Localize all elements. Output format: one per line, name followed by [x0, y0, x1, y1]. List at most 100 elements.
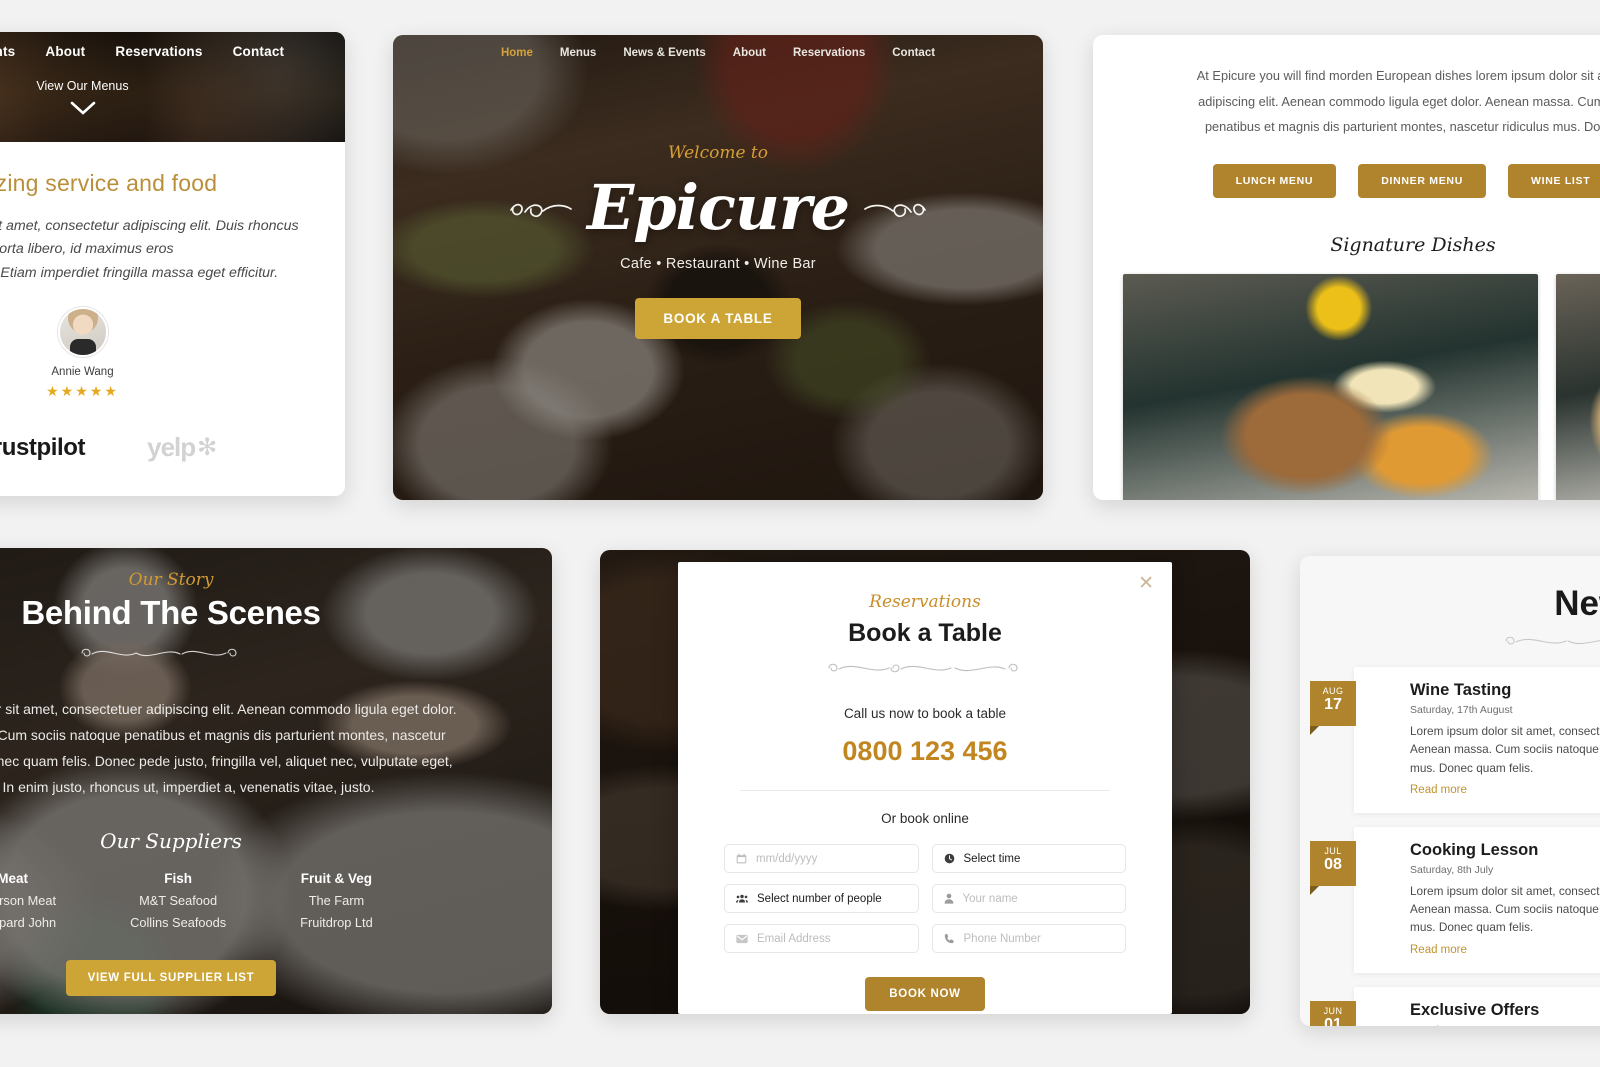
scenes-copy-line-3: ridiculus mus. Donec quam felis. Donec p…	[0, 752, 453, 769]
view-our-menus[interactable]: View Our Menus	[0, 77, 345, 115]
hero-welcome-text: Welcome to	[668, 143, 768, 163]
behind-the-scenes-heading: Behind The Scenes	[21, 594, 321, 631]
testimonial-quote-line-2: vehicula sit amet. Etiam imperdiet fring…	[0, 264, 279, 281]
modal-title: Book a Table	[848, 619, 1002, 647]
flourish-right-icon	[864, 203, 926, 217]
badge-day: 01	[1324, 1015, 1342, 1026]
people-field[interactable]: Select number of people	[724, 884, 919, 913]
testimonial-quote-line-1: Lorem ipsum dolor sit amet, consectetur …	[0, 218, 299, 258]
divider-flourish-icon	[81, 648, 237, 657]
reservation-card: ✕ Reservations Book a Table Call us now …	[600, 550, 1250, 1014]
behind-the-scenes-copy: Lorem ipsum dolor sit amet, consectetuer…	[0, 697, 552, 801]
news-card: News AUG 17 Wine Tasting Saturday, 17th …	[1300, 556, 1600, 1026]
nav-item-about[interactable]: About	[733, 47, 766, 59]
news-date: Saturday, 8th July	[1410, 863, 1494, 876]
people-field-value: Select number of people	[757, 892, 882, 905]
nav-item-news-events[interactable]: News & Events	[623, 47, 705, 59]
scenes-copy-line-2: Aenean massa. Cum sociis natoque penatib…	[0, 726, 446, 743]
supplier-name: Sheppard John	[0, 914, 57, 930]
supplier-category: Fish	[164, 870, 192, 886]
nav-item-home[interactable]: Home	[501, 47, 533, 59]
menus-copy-line-2: adipiscing elit. Aenean commodo ligula e…	[1198, 93, 1600, 109]
news-copy-line-2: Aenean massa. Cum sociis natoque penatib…	[1410, 742, 1600, 757]
hero-content: Welcome to Epicure Cafe • Restaurant • W…	[393, 143, 1043, 339]
close-icon[interactable]: ✕	[1138, 574, 1154, 593]
news-copy-line-2: Aenean massa. Cum sociis natoque penatib…	[1410, 902, 1600, 917]
scenes-copy-line-1: Lorem ipsum dolor sit amet, consectetuer…	[0, 701, 457, 717]
divider-flourish-icon	[1505, 636, 1600, 645]
view-full-supplier-list-button[interactable]: VIEW FULL SUPPLIER LIST	[65, 959, 277, 996]
flourish-left-icon	[510, 203, 572, 217]
nav-item-contact[interactable]: Contact	[892, 47, 935, 59]
supplier-name: M&T Seafood	[139, 892, 218, 908]
time-field[interactable]: Select time	[931, 844, 1126, 873]
news-date: Saturday, 17th August	[1410, 704, 1513, 716]
reservations-kicker: Reservations	[869, 592, 981, 612]
badge-month: AUG	[1322, 686, 1344, 696]
name-field[interactable]: Your name	[931, 884, 1126, 913]
news-heading: News	[1554, 584, 1600, 623]
lunch-menu-button[interactable]: LUNCH MENU	[1212, 163, 1337, 198]
supplier-name: Fruitdrop Ltd	[300, 914, 373, 930]
nav-item-menus[interactable]: Menus	[560, 47, 596, 59]
nav-item-reservations[interactable]: Reservations	[115, 44, 202, 59]
news-date-badge: JUL 08	[1310, 840, 1356, 895]
news-date-badge: AUG 17	[1310, 681, 1356, 735]
news-date: Tuesday, 1st June	[1410, 1024, 1600, 1026]
supplier-name: Anderson Meat	[0, 892, 57, 908]
testimonial-card: News & Events About Reservations Contact…	[0, 32, 345, 496]
trustpilot-label: Trustpilot	[0, 433, 86, 461]
nav-item-contact[interactable]: Contact	[233, 44, 285, 59]
divider-flourish-icon	[827, 663, 1018, 673]
our-story-kicker: Our Story	[128, 570, 214, 590]
news-list-item[interactable]: AUG 17 Wine Tasting Saturday, 17th Augus…	[1310, 667, 1600, 813]
read-more-link[interactable]: Read more	[1410, 944, 1467, 956]
badge-day: 17	[1324, 696, 1342, 713]
badge-month: JUL	[1324, 845, 1342, 856]
behind-the-scenes-content: Our Story Behind The Scenes Lorem ipsum …	[0, 548, 552, 1014]
email-field[interactable]: Email Address	[724, 924, 919, 953]
nav-item-news-events[interactable]: News & Events	[0, 44, 15, 59]
badge-day: 08	[1324, 855, 1342, 873]
news-list-item[interactable]: JUN 01 Exclusive Offers Tuesday, 1st Jun…	[1310, 986, 1600, 1026]
dinner-menu-button[interactable]: DINNER MENU	[1358, 163, 1486, 198]
news-title: Wine Tasting	[1410, 681, 1512, 699]
news-list-item[interactable]: JUL 08 Cooking Lesson Saturday, 8th July…	[1310, 826, 1600, 973]
hero-card: Home Menus News & Events About Reservati…	[393, 35, 1043, 500]
time-field-value: Select time	[963, 852, 1021, 865]
review-logos: ★ Trustpilot yelp ✻	[0, 432, 311, 463]
mail-icon	[736, 934, 748, 943]
yelp-label: yelp	[147, 432, 196, 463]
hero-tagline: Cafe • Restaurant • Wine Bar	[620, 256, 816, 272]
news-header: News	[1300, 556, 1600, 653]
phone-field[interactable]: Phone Number	[931, 924, 1126, 953]
dish-image-second	[1556, 273, 1600, 500]
dish-image-steak	[1123, 273, 1538, 500]
yelp-logo: yelp ✻	[147, 432, 217, 463]
people-icon	[736, 894, 748, 903]
date-field[interactable]: mm/dd/yyyy	[724, 844, 919, 873]
wine-list-button[interactable]: WINE LIST	[1507, 163, 1600, 198]
menus-copy-line-3: penatibus et magnis dis parturient monte…	[1204, 119, 1600, 135]
page-canvas: News & Events About Reservations Contact…	[0, 0, 1600, 1067]
news-copy-line-3: mus. Donec quam felis.	[1410, 760, 1534, 775]
booking-form: mm/dd/yyyy Select time Select number of …	[724, 844, 1126, 953]
phone-icon	[944, 934, 954, 944]
book-now-button[interactable]: BOOK NOW	[865, 977, 985, 1011]
nav-item-reservations[interactable]: Reservations	[793, 47, 865, 59]
nav-item-about[interactable]: About	[45, 44, 85, 59]
signature-dishes-heading: Signature Dishes	[1330, 233, 1496, 256]
date-field-value: mm/dd/yyyy	[756, 852, 818, 865]
phone-number[interactable]: 0800 123 456	[724, 736, 1126, 767]
supplier-group-fruit-veg: Fruit & Veg The Farm Fruitdrop Ltd	[300, 871, 373, 930]
read-more-link[interactable]: Read more	[1410, 784, 1467, 796]
testimonial-title: Amazing service and food	[0, 170, 218, 196]
book-a-table-button[interactable]: BOOK A TABLE	[635, 298, 801, 339]
avatar	[57, 307, 108, 358]
news-copy: Lorem ipsum dolor sit amet, consectetuer…	[1410, 882, 1600, 937]
supplier-group-meat: Meat Anderson Meat Sheppard John	[0, 871, 56, 930]
badge-month: JUN	[1323, 1005, 1343, 1016]
trustpilot-logo: ★ Trustpilot	[0, 433, 86, 462]
clock-icon	[944, 853, 954, 864]
news-copy-line-3: mus. Donec quam felis.	[1410, 920, 1534, 935]
